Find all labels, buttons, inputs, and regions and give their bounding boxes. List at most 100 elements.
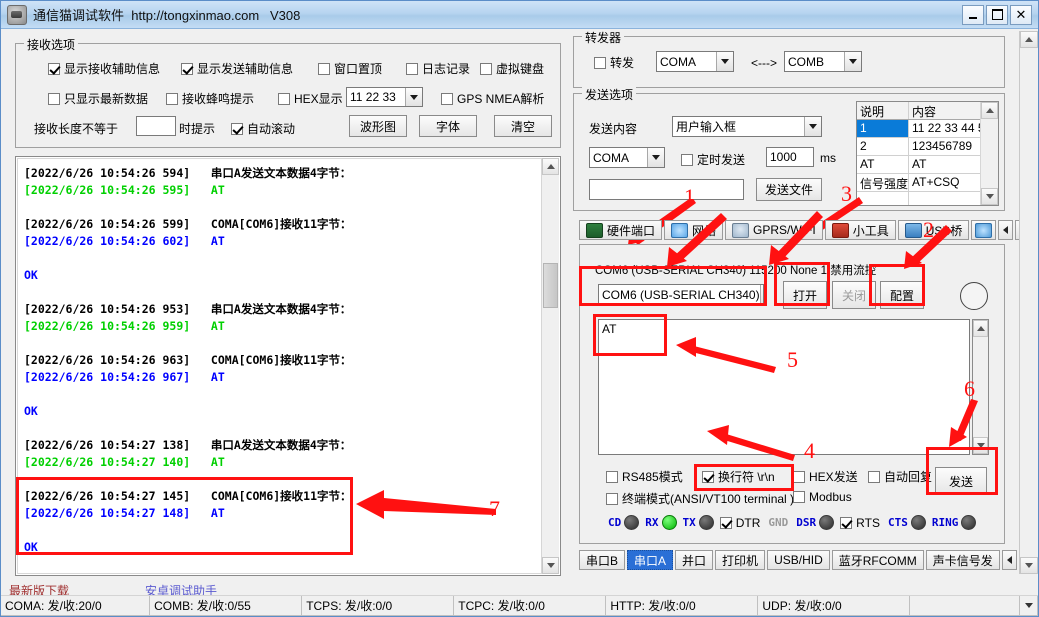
bottom-tab-打印机[interactable]: 打印机 (715, 550, 766, 570)
log-line: [2022/6/26 10:54:27 148] AT (24, 506, 225, 520)
bottom-tab-声卡信号发[interactable]: 声卡信号发 (925, 550, 1000, 570)
bottom-tab-蓝牙RFCOMM[interactable]: 蓝牙RFCOMM (831, 550, 924, 570)
forwarder-group: 转发器 转发 COMA <---> COMB (573, 29, 1005, 88)
signal-label-cd: CD (608, 516, 622, 529)
maximize-button[interactable] (986, 4, 1008, 25)
table-row[interactable]: 111 22 33 44 55 (857, 120, 981, 138)
tabs-scroll-left-icon[interactable] (998, 220, 1014, 240)
right-panel-scrollbar[interactable] (1019, 31, 1038, 574)
tab-label: 声卡信号发 (932, 553, 993, 568)
checkbox-auto-scroll[interactable]: 自动滚动 (231, 120, 295, 137)
bottom-tab-串口B[interactable]: 串口B (579, 550, 626, 570)
checkbox-terminal-mode[interactable]: 终端模式(ANSI/VT100 terminal ) (606, 490, 794, 507)
checkbox-recv-beep[interactable]: 接收蜂鸣提示 (166, 90, 254, 107)
waveform-button[interactable]: 波形图 (349, 115, 407, 137)
bottom-tab-串口A[interactable]: 串口A (627, 550, 674, 570)
status-cell: HTTP: 发/收:0/0 (606, 596, 759, 616)
checkbox-hex-display[interactable]: HEX显示 (278, 90, 343, 107)
log-line: [2022/6/26 10:54:26 595] AT (24, 183, 225, 197)
forward-source-select[interactable]: COMA (656, 51, 734, 72)
usb-icon (904, 222, 922, 238)
checkbox-rs485[interactable]: RS485模式 (606, 468, 683, 485)
clear-button[interactable]: 清空 (494, 115, 552, 137)
checkbox-show-send-aux[interactable]: 显示发送辅助信息 (181, 60, 293, 77)
preset-list-table[interactable]: 说明内容111 22 33 44 552123456789ATAT信号强度AT+… (856, 101, 999, 206)
scroll-up-icon[interactable] (981, 102, 998, 119)
checkbox-virtual-keyboard[interactable]: 虚拟键盘 (480, 60, 544, 77)
tab-more[interactable] (971, 220, 997, 240)
checkbox-label: 终端模式(ANSI/VT100 terminal ) (622, 492, 795, 506)
signal-label-dsr: DSR (796, 516, 817, 529)
scrollbar-thumb[interactable] (543, 263, 558, 308)
checkbox-auto-reply[interactable]: 自动回复 (868, 468, 932, 485)
hex-format-select[interactable]: 11 22 33 (346, 87, 423, 107)
table-header-row: 说明 内容 (857, 102, 981, 120)
send-content-select[interactable]: 用户输入框 (672, 116, 822, 137)
close-port-button[interactable]: 关闭 (832, 281, 876, 309)
scroll-up-icon[interactable] (542, 158, 559, 175)
close-button[interactable]: ✕ (1010, 4, 1032, 25)
table-row[interactable] (857, 192, 981, 205)
checkbox-modbus[interactable]: Modbus (793, 490, 852, 504)
checkbox-forward[interactable]: 转发 (594, 54, 634, 71)
scroll-up-icon[interactable] (973, 320, 988, 337)
forward-target-select[interactable]: COMB (784, 51, 862, 72)
receive-options-legend: 接收选项 (24, 36, 79, 53)
send-button[interactable]: 发送 (935, 467, 987, 495)
tab-toolbox[interactable]: 小工具 (824, 220, 896, 240)
log-scrollbar[interactable] (541, 158, 559, 574)
send-file-button[interactable]: 发送文件 (756, 178, 822, 201)
checkbox-hex-send[interactable]: HEX发送 (793, 468, 858, 485)
scroll-down-icon[interactable] (542, 557, 559, 574)
preset-list-scrollbar[interactable] (980, 102, 998, 205)
tab-network[interactable]: 网络 (664, 220, 724, 240)
scroll-down-icon[interactable] (973, 437, 988, 454)
table-row[interactable]: 2 123456789 (857, 138, 981, 156)
minimize-button[interactable] (962, 4, 984, 25)
send-file-path-input[interactable] (589, 179, 744, 200)
send-interval-unit: ms (820, 151, 836, 165)
send-port-select[interactable]: COMA (589, 147, 665, 168)
checkbox-only-latest[interactable]: 只显示最新数据 (48, 90, 148, 107)
checkbox-label: 定时发送 (697, 153, 746, 167)
checkbox-window-top[interactable]: 窗口置顶 (318, 60, 382, 77)
preset-content: 123456789 (912, 139, 973, 153)
bottom-tabs-scroll-left-icon[interactable] (1001, 550, 1017, 570)
preset-desc (857, 192, 909, 205)
recv-length-input[interactable] (136, 116, 176, 136)
chevron-down-icon (716, 52, 733, 71)
config-port-button[interactable]: 配置 (880, 281, 924, 309)
checkbox-newline[interactable]: 换行符 \r\n (702, 468, 775, 485)
checkbox-timed-send[interactable]: 定时发送 (681, 151, 745, 168)
send-interval-input[interactable]: 1000 (766, 147, 814, 167)
signal-indicators: CD RX TX DTR GND DSR RTS CTS RING (608, 515, 982, 530)
scroll-down-icon[interactable] (1020, 557, 1038, 574)
led-tx (698, 515, 714, 530)
signal-label-cts: CTS (887, 516, 908, 529)
checkbox-dtr[interactable]: DTR (719, 516, 760, 530)
status-scroll-down-icon[interactable] (1020, 596, 1039, 616)
table-row[interactable]: 信号强度 AT+CSQ (857, 174, 981, 192)
tab-gprs[interactable]: GPRS/WIFI (725, 220, 823, 240)
font-button[interactable]: 字体 (419, 115, 477, 137)
scroll-up-icon[interactable] (1020, 31, 1038, 48)
status-cell: TCPS: 发/收:0/0 (302, 596, 455, 616)
receive-log-text[interactable]: [2022/6/26 10:54:26 594] 串口A发送文本数据4字节： [2… (17, 158, 542, 574)
column-header: 内容 (912, 105, 937, 119)
checkbox-icon (48, 92, 60, 105)
checkbox-log-record[interactable]: 日志记录 (406, 60, 470, 77)
bottom-tab-并口[interactable]: 并口 (675, 550, 714, 570)
port-select[interactable]: COM6 (USB-SERIAL CH340) (598, 284, 764, 306)
led-dsr (819, 515, 835, 530)
checkbox-label: 换行符 \r\n (718, 470, 775, 484)
bottom-tab-USB/HID[interactable]: USB/HID (767, 550, 830, 570)
table-row[interactable]: AT AT (857, 156, 981, 174)
tab-board[interactable]: 硬件端口 (579, 220, 663, 240)
send-textarea[interactable]: AT (598, 319, 970, 455)
open-port-button[interactable]: 打开 (783, 281, 827, 309)
checkbox-show-recv-aux[interactable]: 显示接收辅助信息 (48, 60, 160, 77)
checkbox-label: 接收蜂鸣提示 (182, 92, 255, 106)
checkbox-gps-nmea[interactable]: GPS NMEA解析 (441, 90, 544, 107)
checkbox-rts[interactable]: RTS (840, 516, 880, 530)
scroll-down-icon[interactable] (981, 188, 998, 205)
